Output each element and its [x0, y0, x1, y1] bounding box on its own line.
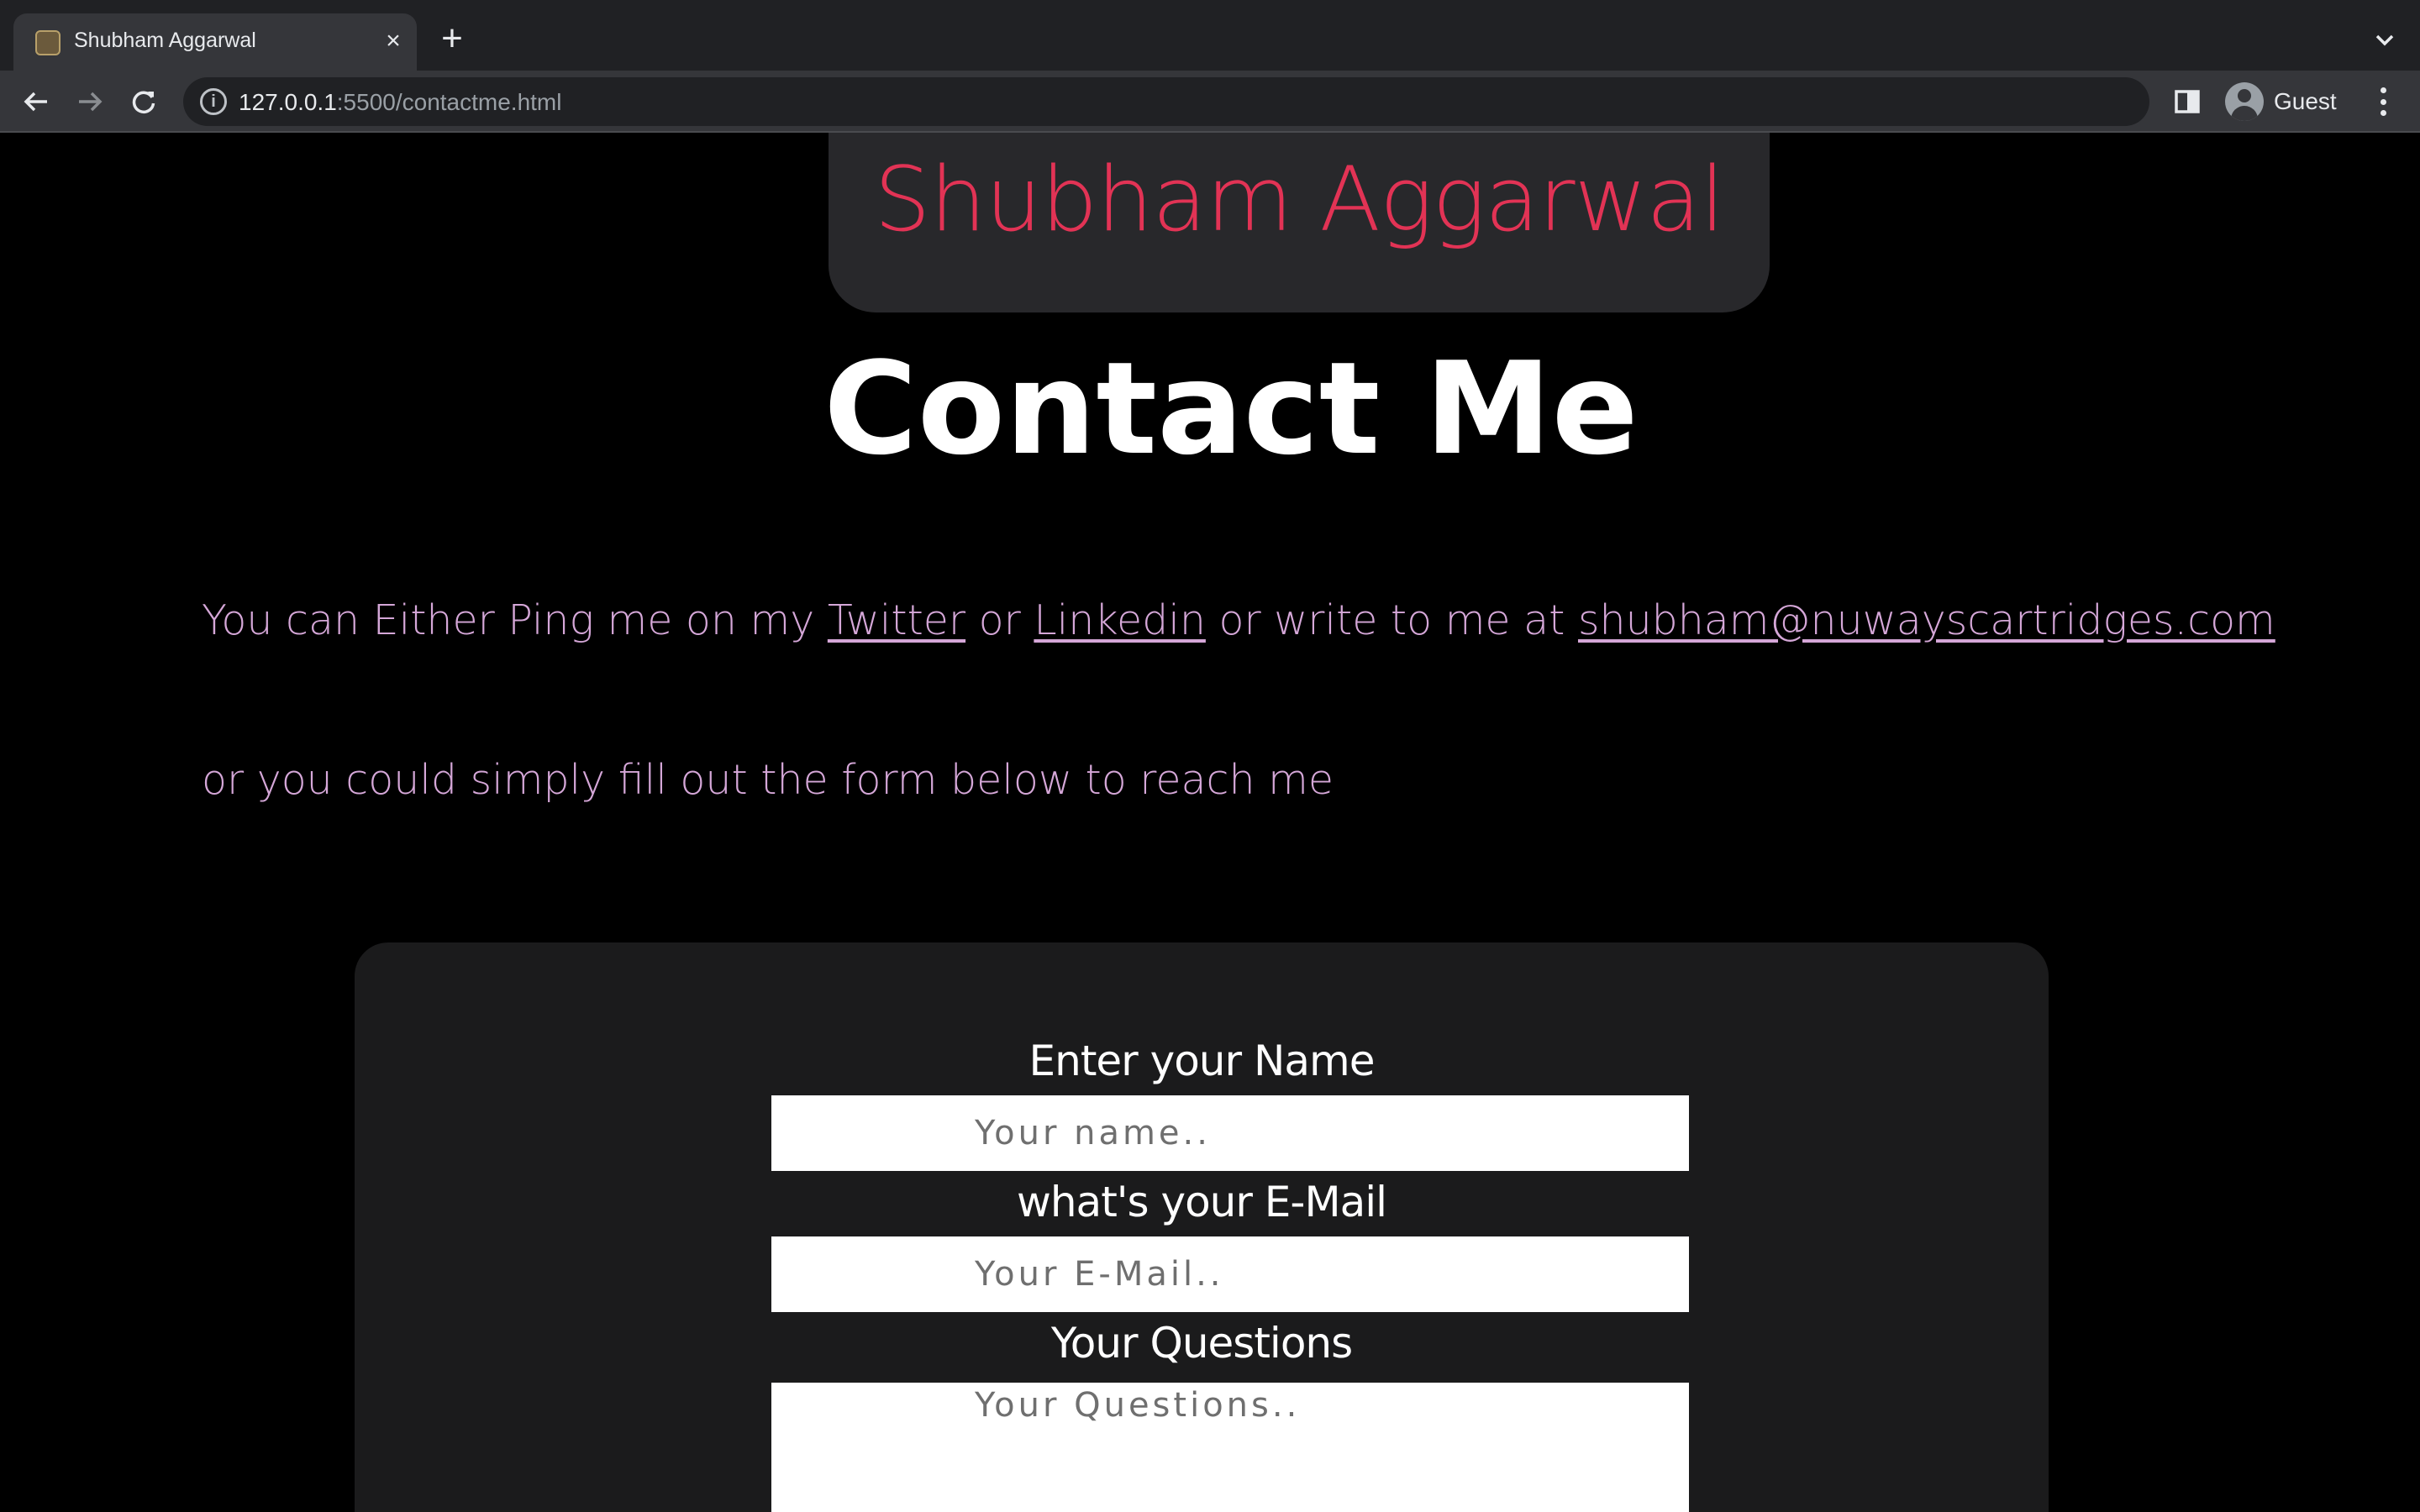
intro-prefix: You can Either Ping me on my: [202, 596, 828, 644]
forward-arrow-icon[interactable]: [71, 82, 109, 121]
url-host: 127.0.0.1: [239, 89, 337, 115]
contact-intro: You can Either Ping me on my Twitter or …: [202, 596, 2275, 644]
browser-tab[interactable]: Shubham Aggarwal ×: [13, 13, 417, 71]
form-intro: or you could simply fill out the form be…: [202, 756, 1334, 804]
email-input[interactable]: [771, 1236, 1689, 1312]
back-arrow-icon[interactable]: [17, 82, 55, 121]
site-favicon-icon: [35, 30, 60, 55]
address-bar[interactable]: i 127.0.0.1:5500/contactme.html: [183, 77, 2149, 126]
address-url[interactable]: 127.0.0.1:5500/contactme.html: [239, 89, 561, 116]
intro-or-1: or: [965, 596, 1034, 644]
site-brand[interactable]: Shubham Aggarwal: [829, 148, 1770, 251]
name-input[interactable]: [771, 1095, 1689, 1171]
page-title: Contact Me: [823, 334, 1639, 483]
contact-form: Enter your Name what's your E-Mail Your …: [355, 942, 2049, 1512]
site-info-icon[interactable]: i: [200, 88, 227, 115]
browser-tabstrip: Shubham Aggarwal × +: [0, 0, 2420, 71]
tab-title: Shubham Aggarwal: [74, 29, 256, 52]
questions-label: Your Questions: [1050, 1319, 1353, 1368]
web-page: Shubham Aggarwal Contact Me You can Eith…: [0, 133, 2420, 1512]
email-link[interactable]: shubham@nuwayscartridges.com: [1578, 596, 2275, 644]
twitter-link[interactable]: Twitter: [828, 596, 965, 644]
profile-label: Guest: [2274, 88, 2337, 114]
url-path: :5500/contactme.html: [336, 89, 562, 115]
browser-toolbar: i 127.0.0.1:5500/contactme.html Guest: [0, 71, 2420, 133]
close-tab-icon[interactable]: ×: [378, 26, 408, 56]
name-label: Enter your Name: [1028, 1037, 1376, 1085]
questions-textarea[interactable]: [771, 1383, 1689, 1512]
email-label: what's your E-Mail: [1016, 1178, 1387, 1226]
site-header: Shubham Aggarwal: [829, 133, 1770, 312]
intro-or-2: or write to me at: [1205, 596, 1578, 644]
guest-avatar-icon: [2225, 82, 2264, 121]
side-panel-icon[interactable]: [2173, 87, 2202, 116]
kebab-menu-icon[interactable]: [2366, 84, 2400, 119]
reload-icon[interactable]: [124, 82, 163, 121]
new-tab-button[interactable]: +: [434, 20, 471, 59]
linkedin-link[interactable]: Linkedin: [1034, 596, 1206, 644]
tab-search-chevron-icon[interactable]: [2368, 24, 2402, 57]
